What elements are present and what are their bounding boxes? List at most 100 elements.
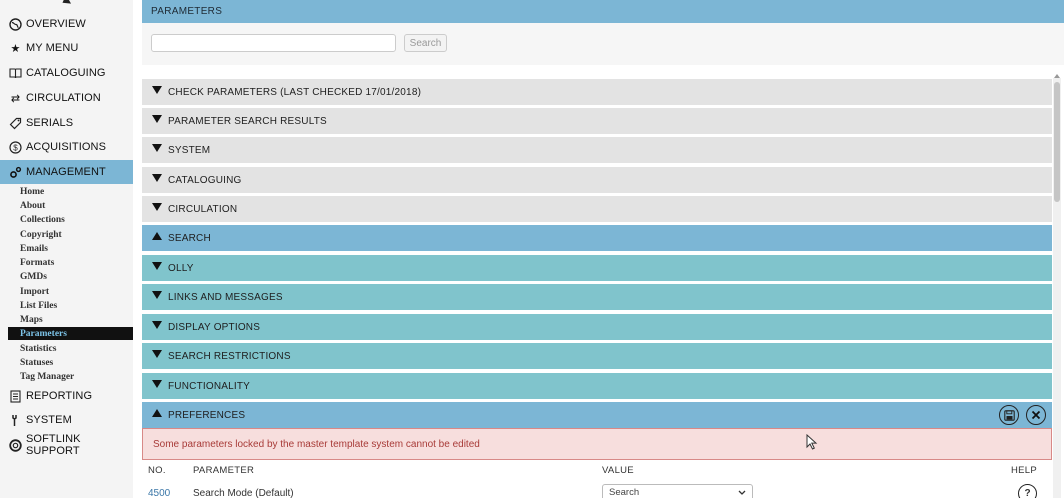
section-links-and-messages[interactable]: LINKS AND MESSAGES [142,284,1052,310]
sidebar-item-overview[interactable]: OVERVIEW [0,12,133,36]
section-label: CHECK PARAMETERS (LAST CHECKED 17/01/201… [168,86,422,98]
sidebar-item-system[interactable]: SYSTEM [0,408,133,432]
sidebar-item-cataloguing[interactable]: CATALOGUING [0,61,133,85]
page-title: PARAMETERS [142,0,1064,23]
submenu-label: Statistics [20,343,57,354]
column-header-value: VALUE [602,465,634,476]
book-icon [9,67,22,80]
lifebuoy-icon [9,438,22,452]
svg-text:$: $ [13,143,18,152]
column-header-no: NO. [148,465,166,476]
mouse-cursor-icon [806,434,818,450]
search-button[interactable]: Search [404,34,447,52]
expand-triangle-icon [152,203,162,211]
save-icon [1003,409,1015,421]
expand-triangle-icon [152,174,162,182]
sidebar-item-reporting[interactable]: REPORTING [0,384,133,408]
column-header-parameter: PARAMETER [193,465,255,476]
section-system[interactable]: SYSTEM [142,137,1052,163]
table-row: 4500 Search Mode (Default) Search ? [142,484,1052,498]
parameter-search-bar: Search [142,23,1064,65]
section-check-parameters[interactable]: CHECK PARAMETERS (LAST CHECKED 17/01/201… [142,79,1052,105]
sidebar-item-acquisitions[interactable]: $ ACQUISITIONS [0,135,133,159]
close-button[interactable] [1026,405,1046,425]
search-input[interactable] [151,34,396,52]
submenu-item-emails[interactable]: Emails [8,242,133,255]
sidebar-item-label: ACQUISITIONS [26,141,107,153]
submenu-item-home[interactable]: Home [8,185,133,198]
parameter-table-header: NO. PARAMETER VALUE HELP [142,463,1052,478]
sidebar-item-label: SOFTLINK SUPPORT [26,433,81,457]
sidebar-item-management[interactable]: MANAGEMENT [0,160,133,184]
sidebar-item-label: MANAGEMENT [26,166,106,178]
submenu-item-maps[interactable]: Maps [8,313,133,326]
section-label: SYSTEM [168,144,211,156]
submenu-label: Parameters [20,328,67,339]
submenu-label: Tag Manager [20,371,75,382]
back-arrow-icon[interactable] [59,0,72,8]
scrollbar-thumb[interactable] [1054,82,1060,202]
submenu-label: List Files [20,300,58,311]
expand-triangle-icon [152,115,162,123]
section-label: LINKS AND MESSAGES [168,291,283,303]
submenu-label: Formats [20,257,55,268]
section-label: CIRCULATION [168,203,238,215]
submenu-item-parameters[interactable]: Parameters [8,327,133,340]
sidebar-item-serials[interactable]: SERIALS [0,111,133,135]
globe-icon [9,17,22,31]
collapse-triangle-icon [152,409,162,417]
section-functionality[interactable]: FUNCTIONALITY [142,373,1052,399]
scrollbar[interactable] [1053,78,1061,498]
exchange-arrows-icon: ⇄ [10,92,21,105]
column-header-help: HELP [1011,465,1038,476]
submenu-item-collections[interactable]: Collections [8,213,133,226]
submenu-item-list-files[interactable]: List Files [8,299,133,312]
parameter-sections-panel: CHECK PARAMETERS (LAST CHECKED 17/01/201… [142,78,1052,498]
submenu-item-gmds[interactable]: GMDs [8,270,133,283]
section-label: OLLY [168,262,194,274]
save-button[interactable] [999,405,1019,425]
section-circulation[interactable]: CIRCULATION [142,196,1052,222]
submenu-label: GMDs [20,271,47,282]
submenu-item-import[interactable]: Import [8,285,133,298]
section-cataloguing[interactable]: CATALOGUING [142,167,1052,193]
section-search-restrictions[interactable]: SEARCH RESTRICTIONS [142,343,1052,369]
section-olly[interactable]: OLLY [142,255,1052,281]
expand-triangle-icon [152,86,162,94]
sidebar: OVERVIEW ★ MY MENU CATALOGUING ⇄ CIRCULA… [0,0,133,498]
submenu-item-formats[interactable]: Formats [8,256,133,269]
section-search[interactable]: SEARCH [142,225,1052,251]
submenu-label: Copyright [20,229,62,240]
submenu-item-statistics[interactable]: Statistics [8,342,133,355]
sidebar-item-circulation[interactable]: ⇄ CIRCULATION [0,86,133,110]
section-parameter-search-results[interactable]: PARAMETER SEARCH RESULTS [142,108,1052,134]
sidebar-item-my-menu[interactable]: ★ MY MENU [0,36,133,60]
section-label: PARAMETER SEARCH RESULTS [168,115,327,127]
parameter-value-select[interactable]: Search [602,484,753,498]
expand-triangle-icon [152,262,162,270]
section-label: DISPLAY OPTIONS [168,321,261,333]
sidebar-item-softlink-support[interactable]: SOFTLINK SUPPORT [0,433,133,457]
section-label: SEARCH [168,232,211,244]
parameter-name: Search Mode (Default) [193,488,294,498]
close-icon [1031,410,1041,420]
help-icon[interactable]: ? [1018,484,1037,498]
section-display-options[interactable]: DISPLAY OPTIONS [142,314,1052,340]
submenu-item-copyright[interactable]: Copyright [8,228,133,241]
submenu-item-about[interactable]: About [8,199,133,212]
expand-triangle-icon [152,291,162,299]
section-preferences[interactable]: PREFERENCES [142,402,1052,428]
expand-triangle-icon [152,321,162,329]
dollar-circle-icon: $ [9,140,22,154]
sidebar-item-label: REPORTING [26,390,93,402]
app-window: OVERVIEW ★ MY MENU CATALOGUING ⇄ CIRCULA… [0,0,1064,498]
section-label: FUNCTIONALITY [168,380,251,392]
submenu-item-tag-manager[interactable]: Tag Manager [8,370,133,383]
section-label: SEARCH RESTRICTIONS [168,350,291,362]
star-icon: ★ [10,42,21,55]
submenu-label: Maps [20,314,43,325]
submenu-item-statuses[interactable]: Statuses [8,356,133,369]
submenu-label: Statuses [20,357,54,368]
expand-triangle-icon [152,350,162,358]
parameter-number-link[interactable]: 4500 [148,488,170,498]
